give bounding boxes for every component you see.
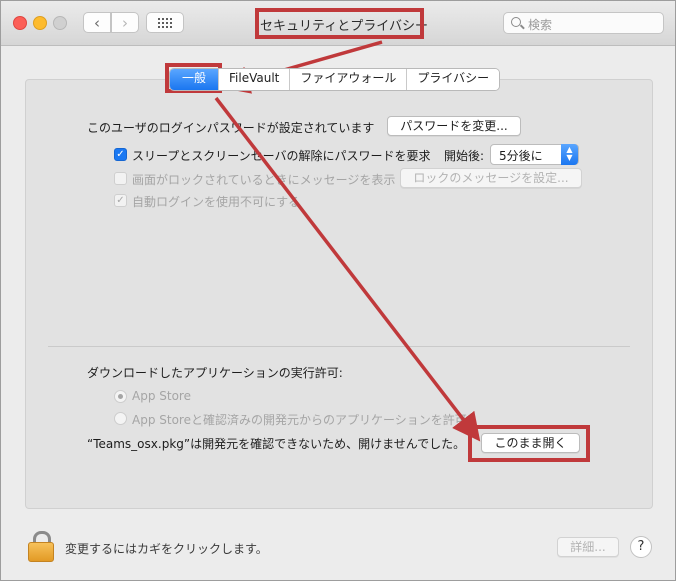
tab-filevault[interactable]: FileVault [218, 69, 290, 90]
tab-bar: 一般 FileVault ファイアウォール プライバシー [169, 68, 501, 91]
arrow-tab-to-button [214, 96, 481, 442]
tab-general[interactable]: 一般 [170, 69, 219, 90]
tab-firewall[interactable]: ファイアウォール [289, 69, 407, 90]
tab-privacy[interactable]: プライバシー [406, 69, 500, 90]
